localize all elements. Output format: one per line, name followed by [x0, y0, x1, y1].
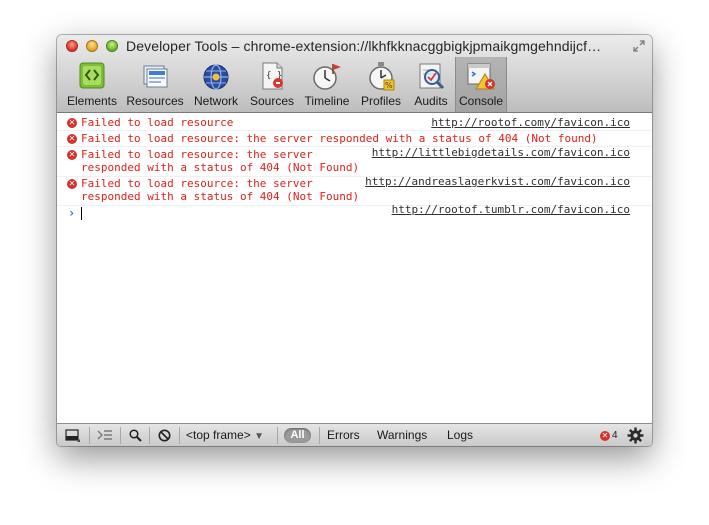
tab-audits[interactable]: Audits — [408, 57, 454, 112]
message-text: Failed to load resource: the server resp… — [81, 177, 360, 203]
console-message: ✕ Failed to load resource http://rootof.… — [57, 116, 652, 131]
message-text: Failed to load resource: the server resp… — [81, 148, 360, 174]
tab-network[interactable]: Network — [188, 57, 244, 112]
console-output[interactable]: ✕ Failed to load resource http://rootof.… — [57, 113, 652, 423]
title-bar: Developer Tools – chrome-extension://lkh… — [57, 35, 652, 57]
error-count-icon[interactable]: ✕ — [600, 431, 610, 441]
message-source-link[interactable]: http://rootof.tumblr.com/favicon.ico — [392, 203, 630, 216]
tab-label: Sources — [249, 94, 295, 108]
tab-console[interactable]: Console — [455, 57, 507, 112]
tab-label: Timeline — [304, 94, 350, 108]
console-icon — [467, 63, 495, 90]
console-drawer-icon — [97, 430, 112, 440]
svg-text:%: % — [385, 81, 393, 90]
tab-resources[interactable]: Resources — [124, 57, 186, 112]
elements-icon — [79, 62, 105, 89]
dock-toggle-button[interactable] — [57, 424, 89, 446]
zoom-window-button[interactable] — [106, 40, 118, 52]
settings-gear-icon[interactable] — [627, 427, 644, 444]
window-title: Developer Tools – chrome-extension://lkh… — [126, 38, 602, 54]
tab-label: Resources — [126, 94, 184, 108]
panel-toolbar: Elements Resources Network {} Sources T… — [57, 57, 652, 112]
error-icon: ✕ — [67, 134, 77, 144]
tab-label: Network — [193, 94, 238, 108]
divider — [179, 427, 180, 444]
network-icon — [203, 64, 229, 90]
status-bar: <top frame> ▼ All Errors Warnings Logs ✕… — [57, 423, 652, 446]
tab-label: Console — [458, 94, 504, 108]
message-source-link[interactable]: http://rootof.comy/favicon.ico — [431, 116, 630, 129]
filter-logs-button[interactable]: Logs — [447, 428, 473, 442]
devtools-window: Developer Tools – chrome-extension://lkh… — [57, 35, 652, 446]
filter-errors-button[interactable]: Errors — [327, 428, 360, 442]
audits-icon — [419, 63, 445, 90]
frame-selector[interactable]: <top frame> ▼ — [186, 428, 264, 442]
tab-elements[interactable]: Elements — [62, 57, 122, 112]
console-message: ✕ Failed to load resource: the server re… — [57, 132, 652, 147]
tab-timeline[interactable]: Timeline — [300, 57, 354, 112]
error-icon: ✕ — [67, 118, 77, 128]
tab-label: Profiles — [360, 94, 401, 108]
dock-icon — [65, 429, 80, 442]
divider — [277, 427, 278, 444]
clear-icon — [158, 429, 171, 442]
console-message: ✕ Failed to load resource: the server re… — [57, 146, 652, 177]
input-caret — [81, 207, 82, 220]
divider — [319, 427, 320, 444]
timeline-icon — [313, 64, 341, 90]
console-prompt-row[interactable]: › http://rootof.tumblr.com/favicon.ico — [57, 203, 652, 221]
clear-console-button[interactable] — [150, 424, 179, 446]
window-chrome: Developer Tools – chrome-extension://lkh… — [57, 35, 652, 113]
close-window-button[interactable] — [66, 40, 78, 52]
profiles-icon: % — [369, 62, 395, 91]
tab-profiles[interactable]: % Profiles — [356, 57, 406, 112]
sources-icon: { } — [262, 62, 283, 90]
filter-all-button[interactable]: All — [284, 428, 311, 443]
tab-label: Audits — [414, 94, 448, 108]
error-count[interactable]: 4 — [612, 430, 618, 441]
search-icon — [129, 429, 142, 442]
frame-selector-value: <top frame> — [186, 428, 251, 442]
minimize-window-button[interactable] — [86, 40, 98, 52]
fullscreen-icon[interactable] — [632, 39, 646, 53]
prompt-chevron-icon: › — [68, 206, 76, 220]
tab-sources[interactable]: { } Sources — [246, 57, 298, 112]
filter-warnings-button[interactable]: Warnings — [377, 428, 427, 442]
chevron-down-icon: ▼ — [254, 431, 264, 442]
search-button[interactable] — [121, 424, 149, 446]
error-icon: ✕ — [67, 179, 77, 189]
message-source-link[interactable]: http://andreaslagerkvist.com/favicon.ico — [365, 175, 630, 188]
tab-label: Elements — [66, 94, 118, 108]
message-text: Failed to load resource — [81, 116, 234, 129]
resources-icon — [143, 65, 168, 88]
error-icon: ✕ — [67, 150, 77, 160]
show-drawer-button[interactable] — [90, 424, 120, 446]
message-source-link[interactable]: http://littlebigdetails.com/favicon.ico — [372, 146, 630, 159]
message-text: Failed to load resource: the server resp… — [81, 132, 598, 145]
console-message: ✕ Failed to load resource: the server re… — [57, 175, 652, 206]
